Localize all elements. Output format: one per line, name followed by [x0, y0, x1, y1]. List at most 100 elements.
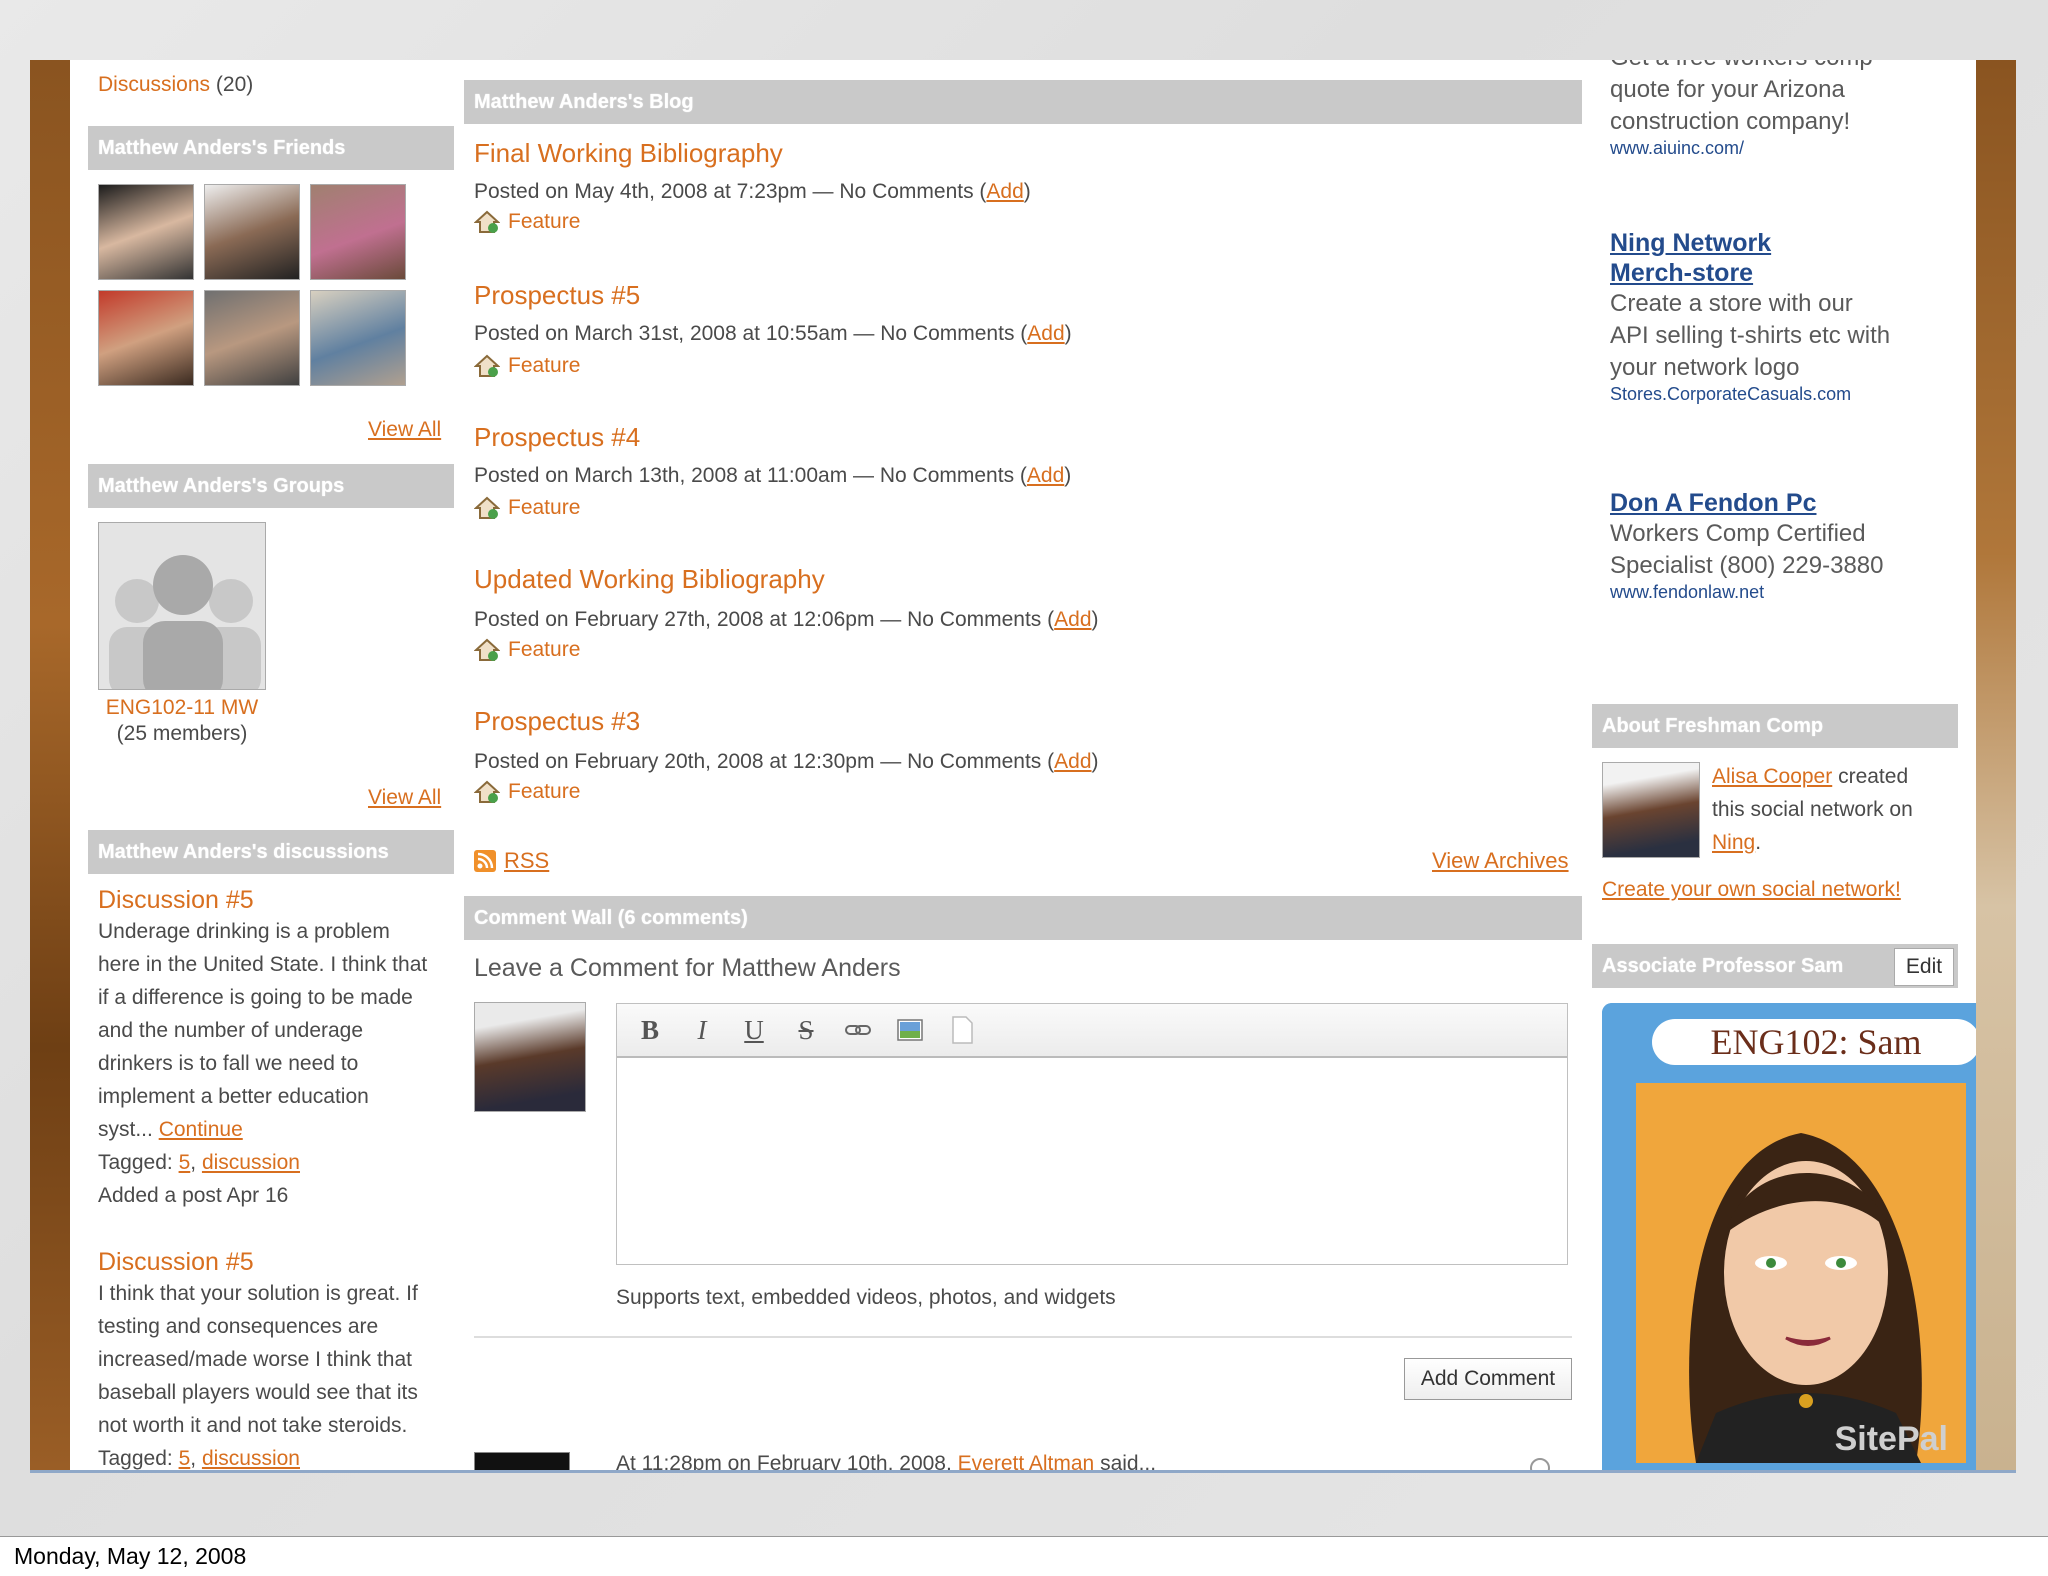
strikethrough-icon[interactable]: S: [791, 1015, 821, 1045]
excerpt-line: and the number of underage: [98, 1019, 364, 1042]
post-meta: Posted on March 31st, 2008 at 10:55am — …: [474, 322, 1072, 346]
add-comment-link[interactable]: Add: [1027, 322, 1064, 345]
image-icon[interactable]: [895, 1015, 925, 1045]
tag-link[interactable]: discussion: [202, 1447, 300, 1470]
ad-text-line: your network logo: [1610, 354, 1800, 381]
post-title-link[interactable]: Final Working Bibliography: [474, 138, 783, 169]
post-meta-text: Posted on February 20th, 2008 at 12:30pm…: [474, 750, 1055, 773]
add-comment-link[interactable]: Add: [1027, 464, 1064, 487]
ad-title-link[interactable]: Merch-store: [1610, 258, 1950, 288]
friend-avatar[interactable]: [310, 290, 406, 386]
ad-text-line: Get a free workers comp: [1610, 60, 1950, 74]
excerpt-last-line: syst... Continue: [98, 1113, 458, 1146]
add-comment-link[interactable]: Add: [1054, 608, 1091, 631]
editor-toolbar: B I U S: [617, 1004, 1567, 1058]
add-comment-link[interactable]: Add: [1054, 750, 1091, 773]
excerpt-line: I think that your solution is great. If: [98, 1282, 418, 1305]
ad-url[interactable]: Stores.CorporateCasuals.com: [1610, 384, 1950, 405]
group-placeholder-icon: [109, 555, 261, 689]
tag-link[interactable]: 5: [179, 1447, 191, 1470]
avatar-face-icon: [1689, 1133, 1922, 1463]
profile-page: Discussions (20) Matthew Anders's Friend…: [70, 60, 1976, 1470]
bottom-rule: [30, 1470, 2016, 1473]
excerpt-line: baseball players would see that its: [98, 1381, 418, 1404]
friend-avatar[interactable]: [310, 184, 406, 280]
edit-button[interactable]: Edit: [1894, 948, 1954, 986]
feature-link[interactable]: Feature: [474, 354, 580, 378]
feature-house-icon: [474, 496, 500, 519]
link-icon[interactable]: [843, 1015, 873, 1045]
view-archives-link[interactable]: View Archives: [1432, 848, 1569, 874]
feature-link[interactable]: Feature: [474, 496, 580, 520]
divider: [474, 1336, 1572, 1338]
comment-textarea[interactable]: [617, 1058, 1567, 1264]
creator-line: Alisa Cooper created: [1712, 760, 1952, 793]
feature-label: Feature: [508, 496, 581, 519]
post-title-link[interactable]: Prospectus #4: [474, 422, 640, 453]
rss-link[interactable]: RSS: [474, 848, 549, 874]
post-title-link[interactable]: Prospectus #5: [474, 280, 640, 311]
friend-avatar[interactable]: [98, 184, 194, 280]
italic-icon[interactable]: I: [687, 1015, 717, 1045]
post-title-link[interactable]: Prospectus #3: [474, 706, 640, 737]
feature-house-icon: [474, 210, 500, 233]
feature-house-icon: [474, 638, 500, 661]
group-avatar[interactable]: [98, 522, 266, 690]
delete-comment-icon[interactable]: [1530, 1458, 1550, 1470]
document-icon[interactable]: [947, 1015, 977, 1045]
feature-label: Feature: [508, 780, 581, 803]
feature-label: Feature: [508, 354, 581, 377]
comment-author-avatar[interactable]: [474, 1452, 570, 1470]
supports-note: Supports text, embedded videos, photos, …: [616, 1286, 1116, 1309]
friend-avatar[interactable]: [204, 290, 300, 386]
comment-editor: B I U S: [616, 1003, 1568, 1265]
friend-avatar[interactable]: [98, 290, 194, 386]
tag-link[interactable]: discussion: [202, 1151, 300, 1174]
creator-avatar[interactable]: [1602, 762, 1700, 858]
tag-link[interactable]: 5: [179, 1151, 191, 1174]
underline-icon[interactable]: U: [739, 1015, 769, 1045]
feature-link[interactable]: Feature: [474, 780, 580, 804]
ad-url[interactable]: www.fendonlaw.net: [1610, 582, 1950, 603]
rss-icon: [474, 850, 496, 872]
groups-view-all-link[interactable]: View All: [368, 786, 441, 810]
ning-link[interactable]: Ning: [1712, 831, 1755, 854]
add-comment-link[interactable]: Add: [986, 180, 1023, 203]
continue-link[interactable]: Continue: [159, 1118, 243, 1141]
sitepal-widget[interactable]: ENG102: Sam SitePal: [1602, 1003, 1976, 1470]
comment-said: said...: [1100, 1452, 1157, 1470]
post-meta: Posted on February 27th, 2008 at 12:06pm…: [474, 608, 1099, 632]
excerpt-line: implement a better education: [98, 1085, 369, 1108]
excerpt-line: Underage drinking is a problem: [98, 920, 390, 943]
ad-block: Get a free workers comp quote for your A…: [1610, 60, 1950, 159]
creator-text: Alisa Cooper created this social network…: [1712, 760, 1952, 859]
footer-strip: [0, 1536, 2048, 1576]
excerpt-line: not worth it and not take steroids.: [98, 1414, 408, 1437]
add-comment-button[interactable]: Add Comment: [1404, 1358, 1572, 1400]
bold-icon[interactable]: B: [635, 1015, 665, 1045]
ad-url[interactable]: www.aiuinc.com/: [1610, 138, 1950, 159]
create-network-link[interactable]: Create your own social network!: [1602, 878, 1901, 902]
discussion-title-link[interactable]: Discussion #5: [98, 886, 458, 915]
feature-link[interactable]: Feature: [474, 638, 580, 662]
post-meta-text: Posted on March 13th, 2008 at 11:00am — …: [474, 464, 1027, 487]
discussions-header: Matthew Anders's discussions: [88, 830, 454, 874]
excerpt-line: drinkers is to fall we need to: [98, 1052, 359, 1075]
post-title-link[interactable]: Updated Working Bibliography: [474, 564, 825, 595]
discussion-item: Discussion #5 Underage drinking is a pro…: [98, 886, 458, 1212]
discussions-link[interactable]: Discussions: [98, 73, 210, 96]
group-name-link[interactable]: ENG102-11 MW: [98, 696, 266, 720]
feature-link[interactable]: Feature: [474, 210, 580, 234]
creator-link[interactable]: Alisa Cooper: [1712, 765, 1832, 788]
comment-wall-header: Comment Wall (6 comments): [464, 896, 1582, 940]
added-post-text: Added a post Apr 16: [98, 1184, 289, 1207]
ad-block: Ning Network Merch-store Create a store …: [1610, 228, 1950, 405]
friend-avatar[interactable]: [204, 184, 300, 280]
comment-author-link[interactable]: Everett Altman: [958, 1452, 1095, 1470]
ad-title-link[interactable]: Don A Fendon Pc: [1610, 488, 1950, 518]
discussion-title-link[interactable]: Discussion #5: [98, 1248, 458, 1277]
ad-title-link[interactable]: Ning Network: [1610, 228, 1950, 258]
ad-text-line: Create a store with our: [1610, 290, 1853, 317]
friends-view-all-link[interactable]: View All: [368, 418, 441, 442]
footer-date: Monday, May 12, 2008: [14, 1543, 247, 1569]
